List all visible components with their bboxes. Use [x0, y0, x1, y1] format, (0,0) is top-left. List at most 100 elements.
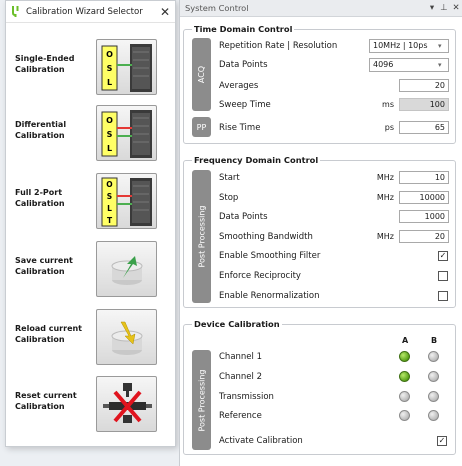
pp-tab-label: PP — [196, 122, 207, 132]
full-2port-calibration-button[interactable]: O S L T — [96, 173, 157, 229]
pp-tab[interactable]: PP — [192, 117, 211, 137]
osl-single-icon: O S L — [101, 44, 152, 92]
channel-label: Channel 2 — [219, 371, 263, 382]
column-a-label: A — [402, 336, 409, 345]
transmission-b-led[interactable] — [428, 391, 439, 402]
post-processing-tab-label: Post Processing — [197, 369, 206, 431]
chevron-down-icon[interactable]: ▾ — [426, 3, 438, 13]
wizard-titlebar: Calibration Wizard Selector ✕ — [6, 1, 175, 23]
stop-unit: MHz — [376, 193, 394, 202]
oslt-letter-l: L — [107, 204, 112, 213]
channel-row: Channel 1 — [219, 349, 449, 364]
wizard-item-full-2port: Full 2-Port Calibration O S L T — [6, 173, 175, 231]
wizard-item-save: Save current Calibration — [6, 241, 175, 299]
osl-letter-o: O — [106, 50, 113, 59]
averages-label: Averages — [219, 80, 259, 91]
reciprocity-label: Enforce Reciprocity — [219, 270, 301, 281]
frequency-domain-control-group: Frequency Domain Control Post Processing… — [183, 155, 456, 308]
activate-calibration-label: Activate Calibration — [219, 435, 303, 446]
system-control-panel: System Control ▾ ⊥ ✕ Time Domain Control… — [179, 0, 462, 466]
fd-datapoints-input[interactable]: 1000 — [399, 210, 449, 223]
activate-calibration-row: Activate Calibration ✓ — [219, 433, 447, 448]
smoothing-filter-label: Enable Smoothing Filter — [219, 250, 321, 261]
averages-row: Averages 20 — [219, 78, 449, 93]
group-title: Frequency Domain Control — [192, 155, 321, 165]
post-processing-tab[interactable]: Post Processing — [192, 350, 211, 450]
rise-time-label: Rise Time — [219, 122, 261, 133]
smoothing-bandwidth-input[interactable]: 20 — [399, 230, 449, 243]
reciprocity-checkbox[interactable] — [438, 270, 448, 281]
reload-calibration-icon — [111, 321, 143, 355]
smoothing-bandwidth-unit: MHz — [376, 232, 394, 241]
stop-row: Stop MHz 10000 — [219, 190, 449, 205]
smoothing-filter-checkbox[interactable]: ✓ — [438, 250, 448, 261]
system-control-header: System Control ▾ ⊥ ✕ — [180, 0, 462, 17]
system-control-title: System Control — [185, 3, 249, 13]
reference-a-led[interactable] — [399, 410, 410, 421]
transmission-a-led[interactable] — [399, 391, 410, 402]
channel-row: Reference — [219, 408, 449, 423]
smoothing-bandwidth-row: Smoothing Bandwidth MHz 20 — [219, 229, 449, 244]
start-input[interactable]: 10 — [399, 171, 449, 184]
averages-input[interactable]: 20 — [399, 79, 449, 92]
rise-time-row: Rise Time ps 65 — [219, 120, 449, 135]
chevron-down-icon: ▾ — [438, 60, 442, 69]
channel-1-a-led[interactable] — [399, 351, 410, 362]
datapoints-row: Data Points 4096 ▾ — [219, 57, 449, 72]
fd-datapoints-row: Data Points 1000 — [219, 209, 449, 224]
post-processing-tab[interactable]: Post Processing — [192, 170, 211, 303]
wizard-item-label: Reload current Calibration — [15, 324, 83, 344]
start-label: Start — [219, 172, 240, 183]
channel-1-b-led[interactable] — [428, 351, 439, 362]
repetition-label: Repetition Rate | Resolution — [219, 40, 338, 51]
repetition-row: Repetition Rate | Resolution 10MHz | 10p… — [219, 38, 449, 53]
acq-tab[interactable]: ACQ — [192, 38, 211, 111]
sweep-time-label: Sweep Time — [219, 99, 271, 110]
save-calibration-button[interactable] — [96, 241, 157, 297]
channel-label: Channel 1 — [219, 351, 263, 362]
pin-icon[interactable]: ⊥ — [438, 3, 450, 13]
wizard-item-label: Reset current Calibration — [15, 391, 77, 411]
sweep-time-value: 100 — [399, 98, 449, 111]
group-title: Time Domain Control — [192, 24, 295, 34]
start-unit: MHz — [376, 173, 394, 182]
oslt-letter-o: O — [106, 180, 112, 189]
channel-2-b-led[interactable] — [428, 371, 439, 382]
stop-label: Stop — [219, 192, 239, 203]
reset-calibration-button[interactable] — [96, 376, 157, 432]
datapoints-select[interactable]: 4096 ▾ — [369, 57, 449, 72]
close-icon[interactable]: ✕ — [450, 3, 462, 13]
wizard-item-label: Single-Ended Calibration — [15, 54, 75, 74]
osl-letter-l: L — [107, 144, 112, 153]
time-domain-control-group: Time Domain Control ACQ PP Repetition Ra… — [183, 24, 456, 144]
single-ended-calibration-button[interactable]: O S L — [96, 39, 157, 95]
wizard-title: Calibration Wizard Selector — [26, 6, 143, 17]
rise-time-input[interactable]: 65 — [399, 121, 449, 134]
renormalization-label: Enable Renormalization — [219, 290, 320, 301]
datapoints-value: 4096 — [373, 60, 394, 69]
osl-letter-l: L — [107, 78, 112, 87]
start-row: Start MHz 10 — [219, 170, 449, 185]
renormalization-checkbox[interactable] — [438, 290, 448, 301]
renormalization-row: Enable Renormalization — [219, 288, 449, 303]
post-processing-tab-label: Post Processing — [197, 205, 206, 268]
reload-calibration-button[interactable] — [96, 309, 157, 365]
channel-label: Transmission — [219, 391, 274, 402]
wizard-item-reload: Reload current Calibration — [6, 309, 175, 367]
differential-calibration-button[interactable]: O S L — [96, 105, 157, 161]
repetition-select[interactable]: 10MHz | 10ps ▾ — [369, 38, 449, 53]
reference-b-led[interactable] — [428, 410, 439, 421]
wizard-item-label: Full 2-Port Calibration — [15, 188, 65, 208]
datapoints-label: Data Points — [219, 59, 268, 70]
osl-letter-s: S — [107, 130, 113, 139]
repetition-value: 10MHz | 10ps — [373, 41, 428, 50]
channel-label: Reference — [219, 410, 262, 421]
reciprocity-row: Enforce Reciprocity — [219, 268, 449, 283]
channel-2-a-led[interactable] — [399, 371, 410, 382]
stop-input[interactable]: 10000 — [399, 191, 449, 204]
chevron-down-icon: ▾ — [438, 41, 442, 50]
osl-letter-o: O — [106, 116, 113, 125]
activate-calibration-checkbox[interactable]: ✓ — [437, 435, 447, 446]
close-icon[interactable]: ✕ — [160, 5, 170, 19]
save-calibration-icon — [111, 256, 143, 285]
